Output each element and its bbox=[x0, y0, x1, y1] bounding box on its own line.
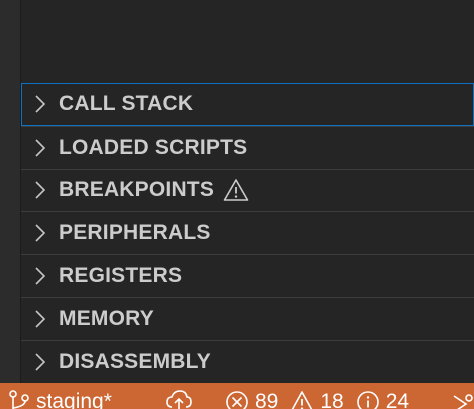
section-label: CALL STACK bbox=[59, 92, 194, 116]
section-peripherals[interactable]: PERIPHERALS bbox=[21, 211, 474, 254]
info-icon bbox=[356, 390, 380, 409]
activity-bar bbox=[0, 0, 20, 383]
section-call-stack[interactable]: CALL STACK bbox=[21, 83, 474, 126]
section-registers[interactable]: REGISTERS bbox=[21, 254, 474, 297]
branch-status[interactable]: staging* bbox=[8, 390, 112, 409]
warning-icon bbox=[223, 178, 249, 202]
warning-icon bbox=[290, 390, 314, 409]
debug-run-button[interactable] bbox=[452, 390, 474, 409]
error-count: 89 bbox=[255, 390, 279, 409]
chevron-right-icon bbox=[21, 298, 59, 340]
debug-sections: CALL STACK LOADED SCRIPTS BREAKPOINTS PE… bbox=[21, 83, 474, 383]
branch-name: staging* bbox=[36, 390, 112, 409]
error-icon bbox=[225, 390, 249, 409]
cloud-upload-icon bbox=[166, 390, 192, 409]
chevron-right-icon bbox=[21, 212, 59, 254]
chevron-right-icon bbox=[21, 341, 59, 383]
section-label: DISASSEMBLY bbox=[59, 349, 211, 373]
git-branch-icon bbox=[8, 390, 30, 409]
section-label: REGISTERS bbox=[59, 264, 183, 288]
section-loaded-scripts[interactable]: LOADED SCRIPTS bbox=[21, 125, 474, 169]
chevron-right-icon bbox=[21, 170, 59, 212]
chevron-right-icon bbox=[21, 127, 59, 169]
section-memory[interactable]: MEMORY bbox=[21, 296, 474, 340]
debug-icon bbox=[452, 390, 474, 409]
chevron-right-icon bbox=[21, 83, 59, 126]
chevron-right-icon bbox=[21, 255, 59, 297]
problems-status[interactable]: 89 18 24 bbox=[225, 390, 409, 409]
info-count: 24 bbox=[385, 390, 410, 409]
sync-button[interactable] bbox=[166, 390, 192, 409]
status-bar: staging* 89 18 24 bbox=[0, 383, 474, 409]
section-label: PERIPHERALS bbox=[59, 221, 211, 245]
warning-count: 18 bbox=[320, 390, 344, 409]
section-label: LOADED SCRIPTS bbox=[59, 135, 248, 159]
section-label: BREAKPOINTS bbox=[59, 178, 215, 202]
vscode-window: CALL STACK LOADED SCRIPTS BREAKPOINTS PE… bbox=[0, 0, 474, 409]
section-breakpoints[interactable]: BREAKPOINTS bbox=[21, 168, 474, 212]
debug-sidebar: CALL STACK LOADED SCRIPTS BREAKPOINTS PE… bbox=[21, 0, 474, 383]
section-label: MEMORY bbox=[59, 306, 154, 330]
section-disassembly[interactable]: DISASSEMBLY bbox=[21, 339, 474, 383]
